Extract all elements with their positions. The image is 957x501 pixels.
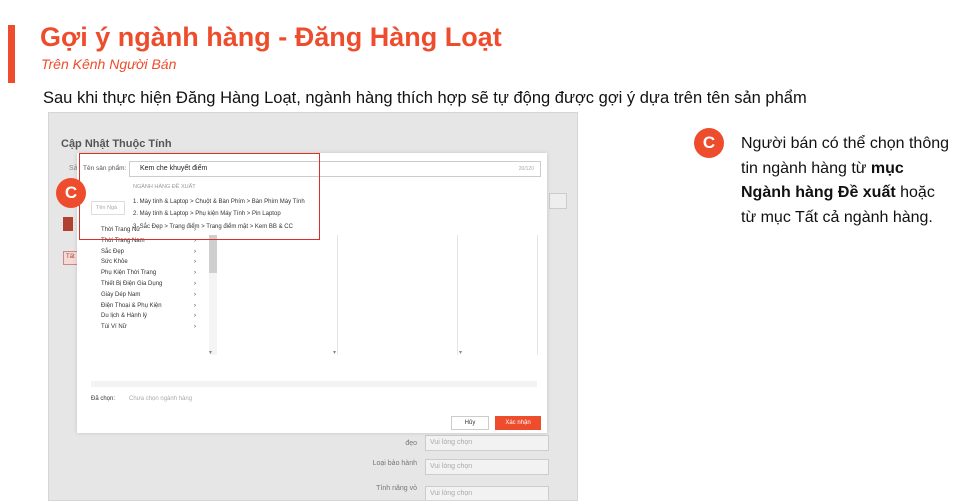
category-item-label: Sắc Đẹp bbox=[101, 248, 125, 255]
suggestion-highlight-box bbox=[79, 153, 320, 240]
accent-bar bbox=[8, 25, 15, 83]
bg-dropdown bbox=[549, 193, 567, 209]
category-item[interactable]: Điện Thoại & Phụ Kiện › bbox=[91, 301, 206, 312]
category-item[interactable]: Túi Ví Nữ › bbox=[91, 322, 206, 333]
step-c-badge: C bbox=[56, 178, 86, 208]
category-item[interactable]: Sắc Đẹp › bbox=[91, 247, 206, 258]
step-c-badge: C bbox=[694, 128, 724, 158]
confirm-button[interactable]: Xác nhận bbox=[495, 416, 541, 430]
column-divider bbox=[337, 235, 338, 355]
bg-field-label: đẹo bbox=[405, 440, 417, 447]
category-item[interactable]: Sức Khỏe › bbox=[91, 257, 206, 268]
explain-part1: Người bán có thể chọn thông tin ngành hà… bbox=[741, 135, 950, 177]
chosen-value: Chưa chọn ngành hàng bbox=[129, 396, 193, 402]
chevron-right-icon: › bbox=[194, 302, 196, 309]
category-item[interactable]: Giày Dép Nam › bbox=[91, 290, 206, 301]
category-item-label: Điện Thoại & Phụ Kiện bbox=[101, 302, 162, 309]
category-item-label: Du lịch & Hành lý bbox=[101, 313, 148, 320]
chevron-down-icon: ▾ bbox=[459, 350, 463, 356]
bg-field-label: Loại bảo hành bbox=[372, 460, 417, 467]
bg-field-label: Tính năng vỏ bbox=[376, 485, 417, 492]
intro-text: Sau khi thực hiện Đăng Hàng Loạt, ngành … bbox=[43, 89, 807, 107]
explanation-text: Người bán có thể chọn thông tin ngành hà… bbox=[741, 132, 951, 230]
column-divider bbox=[537, 235, 538, 355]
scrollbar[interactable] bbox=[209, 235, 217, 355]
bg-page-title: Cập Nhật Thuộc Tính bbox=[61, 138, 172, 150]
chevron-right-icon: › bbox=[194, 291, 196, 298]
chevron-right-icon: › bbox=[194, 280, 196, 287]
char-count: 20/120 bbox=[518, 166, 534, 172]
category-list: Thời Trang Nữ › Thời Trang Nam › Sắc Đẹp › … bbox=[91, 225, 206, 333]
category-item[interactable]: Phụ Kiện Thời Trang › bbox=[91, 268, 206, 279]
chevron-down-icon: ▾ bbox=[333, 350, 337, 356]
category-item-label: Thiết Bị Điện Gia Dụng bbox=[101, 280, 163, 287]
category-item[interactable]: Du lịch & Hành lý › bbox=[91, 311, 206, 322]
bg-field-select: Vui lòng chọn bbox=[425, 459, 549, 475]
chevron-right-icon: › bbox=[194, 324, 196, 331]
page-title: Gợi ý ngành hàng - Đăng Hàng Loạt bbox=[40, 22, 502, 52]
bg-field-select: Vui lòng chọn bbox=[425, 435, 549, 451]
bg-field-select: Vui lòng chọn bbox=[425, 486, 549, 500]
section-divider bbox=[91, 381, 537, 387]
cancel-button[interactable]: Hủy bbox=[451, 416, 489, 430]
category-item[interactable]: Thiết Bị Điện Gia Dụng › bbox=[91, 279, 206, 290]
chevron-right-icon: › bbox=[194, 259, 196, 266]
chosen-label: Đã chọn: bbox=[91, 396, 116, 402]
page-subtitle: Trên Kênh Người Bán bbox=[41, 56, 177, 72]
scrollbar-thumb[interactable] bbox=[209, 235, 217, 273]
category-item-label: Sức Khỏe bbox=[101, 259, 128, 266]
category-item-label: Túi Ví Nữ bbox=[101, 324, 127, 331]
chevron-right-icon: › bbox=[194, 248, 196, 255]
category-item-label: Giày Dép Nam bbox=[101, 291, 141, 298]
column-divider bbox=[457, 235, 458, 355]
chevron-down-icon: ▾ bbox=[209, 350, 213, 356]
chevron-right-icon: › bbox=[194, 313, 196, 320]
chevron-right-icon: › bbox=[194, 270, 196, 277]
bg-dark-button bbox=[63, 217, 73, 231]
category-item-label: Phụ Kiện Thời Trang bbox=[101, 270, 157, 277]
